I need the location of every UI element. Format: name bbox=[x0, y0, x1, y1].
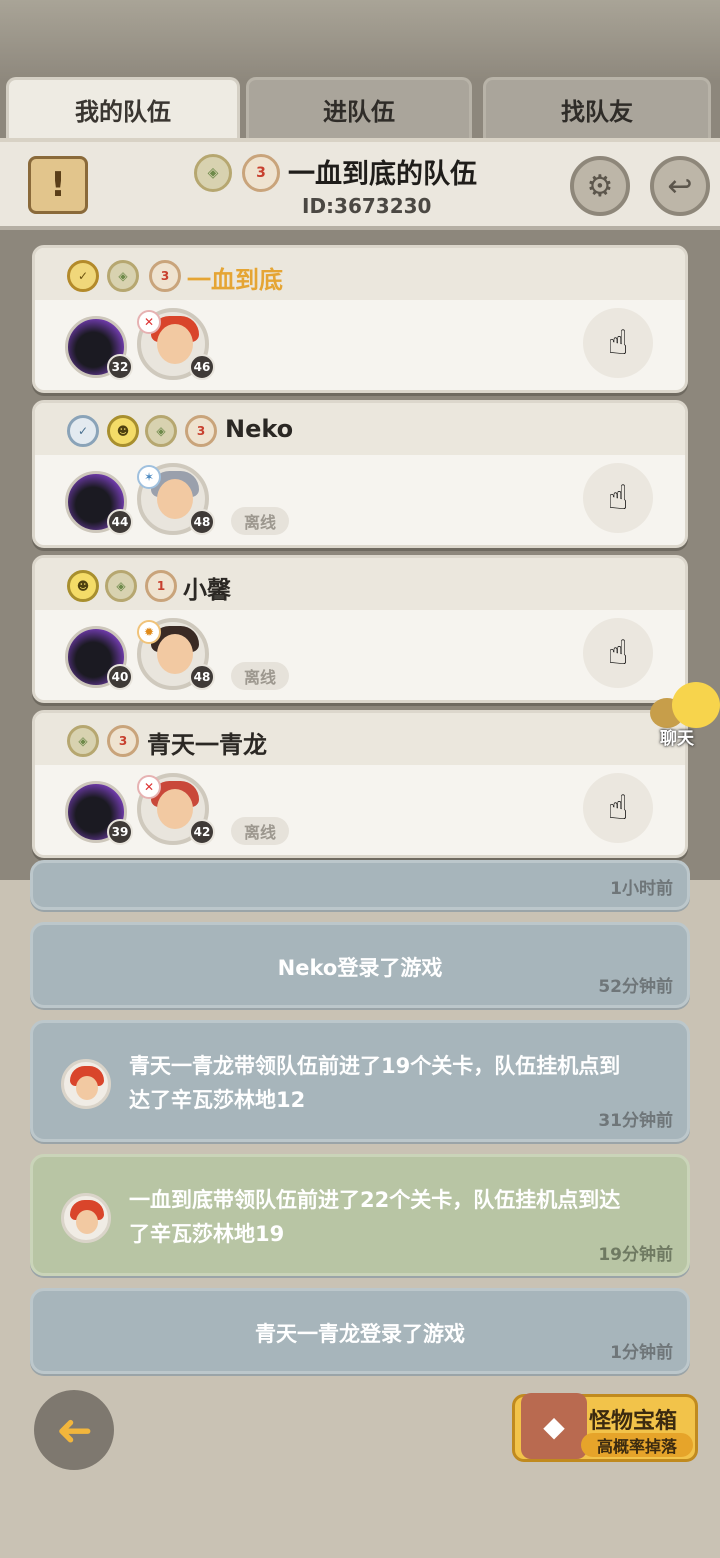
team-emblem-icon: ◈ bbox=[194, 154, 232, 192]
member-card: ◈ 3 青天一青龙 39 ✕ 42 离线 ☝ bbox=[32, 710, 688, 858]
class-icon: ✕ bbox=[137, 775, 161, 799]
log-entry: 一血到底带领队伍前进了22个关卡，队伍挂机点到达 了辛瓦莎林地19 19分钟前 bbox=[30, 1154, 690, 1276]
log-message: 青天一青龙登录了游戏 bbox=[255, 1322, 465, 1346]
pet-level: 32 bbox=[107, 354, 133, 380]
chat-smile-icon bbox=[672, 682, 720, 728]
pet-level: 40 bbox=[107, 664, 133, 690]
team-emblem-icon: ◈ bbox=[105, 570, 137, 602]
class-icon: ✕ bbox=[137, 310, 161, 334]
class-icon: ✹ bbox=[137, 620, 161, 644]
boar-chest-icon: ◆ bbox=[521, 1393, 587, 1459]
gear-icon: ⚙ bbox=[586, 168, 614, 204]
log-time: 31分钟前 bbox=[598, 1111, 673, 1131]
pet-level: 44 bbox=[107, 509, 133, 535]
member-name: 小馨 bbox=[183, 576, 231, 604]
log-entry: 青天一青龙带领队伍前进了19个关卡，队伍挂机点到 达了辛瓦莎林地12 31分钟前 bbox=[30, 1020, 690, 1142]
exit-icon: ↩ bbox=[667, 168, 693, 204]
team-emblem-icon: ◈ bbox=[145, 415, 177, 447]
hero-face bbox=[157, 324, 193, 364]
member-name: 青天一青龙 bbox=[147, 731, 267, 759]
hand-swap-icon: ☝ bbox=[607, 788, 629, 828]
log-time: 1分钟前 bbox=[610, 1343, 673, 1363]
hero-level: 42 bbox=[189, 819, 215, 845]
rank-badge: 3 bbox=[107, 725, 139, 757]
log-time: 52分钟前 bbox=[598, 977, 673, 997]
swap-button[interactable]: ☝ bbox=[583, 463, 653, 533]
hero-level: 48 bbox=[189, 509, 215, 535]
offline-badge: 离线 bbox=[231, 662, 289, 690]
log-avatar bbox=[61, 1059, 111, 1109]
log-message: 青天一青龙带领队伍前进了19个关卡，队伍挂机点到 达了辛瓦莎林地12 bbox=[129, 1054, 621, 1112]
log-entry-partial: 1小时前 bbox=[30, 860, 690, 910]
hand-swap-icon: ☝ bbox=[607, 633, 629, 673]
chest-subtitle: 高概率掉落 bbox=[581, 1433, 693, 1457]
hero-face bbox=[157, 634, 193, 674]
rank-badge: 1 bbox=[145, 570, 177, 602]
hand-tap-icon: ☝ bbox=[607, 323, 629, 363]
exclamation-scroll-icon: ! bbox=[50, 165, 66, 205]
tab-join-team[interactable]: 进队伍 bbox=[246, 77, 472, 139]
arrow-left-icon: ➜ bbox=[55, 1404, 93, 1456]
chat-label: 聊天 bbox=[660, 729, 694, 749]
log-time: 1小时前 bbox=[610, 879, 673, 899]
member-name: Neko bbox=[225, 415, 294, 443]
swap-button[interactable]: ☝ bbox=[583, 773, 653, 843]
hand-swap-icon: ☝ bbox=[607, 478, 629, 518]
team-emblem-icon: ◈ bbox=[67, 725, 99, 757]
leave-team-button[interactable]: ↩ bbox=[650, 156, 710, 216]
avatar-face bbox=[76, 1210, 98, 1234]
rank-badge: 3 bbox=[185, 415, 217, 447]
rank-badge: 3 bbox=[149, 260, 181, 292]
emoji-badge-icon: ☻ bbox=[107, 415, 139, 447]
leader-shield-icon: ✓ bbox=[67, 260, 99, 292]
chest-title: 怪物宝箱 bbox=[589, 1409, 678, 1434]
back-button[interactable]: ➜ bbox=[34, 1390, 114, 1470]
hero-level: 46 bbox=[189, 354, 215, 380]
swap-button[interactable]: ☝ bbox=[583, 618, 653, 688]
log-message: Neko登录了游戏 bbox=[277, 956, 443, 980]
tab-my-team[interactable]: 我的队伍 bbox=[6, 77, 240, 139]
hero-face bbox=[157, 479, 193, 519]
member-card: ☻ ◈ 1 小馨 40 ✹ 48 离线 ☝ bbox=[32, 555, 688, 703]
log-time: 19分钟前 bbox=[598, 1245, 673, 1265]
team-notice-button[interactable]: ! bbox=[28, 156, 88, 214]
log-message: 一血到底带领队伍前进了22个关卡，队伍挂机点到达 了辛瓦莎林地19 bbox=[129, 1188, 621, 1246]
top-fade bbox=[0, 0, 720, 80]
settings-button[interactable]: ⚙ bbox=[570, 156, 630, 216]
team-header: ! ◈ 3 一血到底的队伍 ID:3673230 ⚙ ↩ bbox=[0, 138, 720, 230]
log-avatar bbox=[61, 1193, 111, 1243]
hero-level: 48 bbox=[189, 664, 215, 690]
tap-card-button[interactable]: ☝ bbox=[583, 308, 653, 378]
member-card: ✓ ☻ ◈ 3 Neko 44 ✶ 48 离线 ☝ bbox=[32, 400, 688, 548]
team-rank-badge: 3 bbox=[242, 154, 280, 192]
member-card: ✓ ◈ 3 一血到底 32 ✕ 46 ☝ bbox=[32, 245, 688, 393]
offline-badge: 离线 bbox=[231, 817, 289, 845]
emoji-badge-icon: ☻ bbox=[67, 570, 99, 602]
team-name: 一血到底的队伍 bbox=[288, 159, 477, 190]
team-id: ID:3673230 bbox=[302, 194, 432, 218]
class-icon: ✶ bbox=[137, 465, 161, 489]
team-emblem-icon: ◈ bbox=[107, 260, 139, 292]
shield-icon: ✓ bbox=[67, 415, 99, 447]
pet-level: 39 bbox=[107, 819, 133, 845]
avatar-face bbox=[76, 1076, 98, 1100]
chat-button[interactable]: 聊天 bbox=[650, 682, 720, 749]
tab-find-teammates[interactable]: 找队友 bbox=[483, 77, 711, 139]
hero-face bbox=[157, 789, 193, 829]
monster-chest-button[interactable]: ◆ 怪物宝箱 高概率掉落 bbox=[512, 1393, 698, 1462]
log-entry: 青天一青龙登录了游戏 1分钟前 bbox=[30, 1288, 690, 1374]
offline-badge: 离线 bbox=[231, 507, 289, 535]
member-name: 一血到底 bbox=[187, 266, 283, 294]
log-entry: Neko登录了游戏 52分钟前 bbox=[30, 922, 690, 1008]
